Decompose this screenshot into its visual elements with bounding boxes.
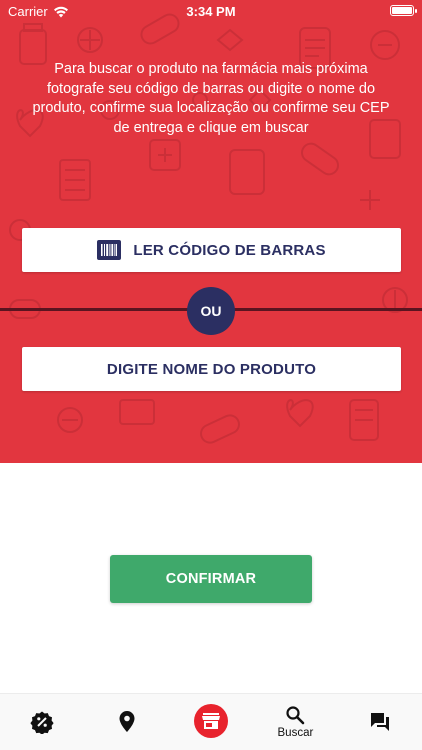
store-tab-circle: [194, 704, 229, 738]
or-label: OU: [200, 303, 222, 319]
discount-badge-icon: [30, 711, 54, 734]
type-product-name-label: DIGITE NOME DO PRODUTO: [106, 360, 317, 378]
tab-discounts[interactable]: [0, 694, 84, 750]
battery-icon: [390, 5, 417, 16]
status-bar: Carrier 3:34 PM: [0, 0, 422, 22]
tab-chat[interactable]: [338, 694, 422, 750]
instructions-text: Para buscar o produto na farmácia mais p…: [32, 61, 390, 136]
scan-barcode-label: LER CÓDIGO DE BARRAS: [133, 241, 326, 259]
scan-barcode-button[interactable]: LER CÓDIGO DE BARRAS: [22, 228, 401, 272]
tab-bar: Buscar: [0, 693, 422, 750]
search-icon: [286, 706, 305, 725]
confirm-label: CONFIRMAR: [165, 571, 257, 587]
location-pin-icon: [119, 711, 135, 732]
barcode-icon: [97, 240, 122, 260]
clock: 3:34 PM: [186, 4, 236, 19]
tab-store[interactable]: [169, 694, 253, 750]
hero-section: Carrier 3:34 PM Para buscar o produto na…: [0, 0, 422, 463]
tab-search-label: Buscar: [277, 727, 314, 739]
or-badge: OU: [187, 287, 235, 335]
type-product-name-button[interactable]: DIGITE NOME DO PRODUTO: [22, 347, 401, 391]
tab-location[interactable]: [84, 694, 168, 750]
chat-icon: [370, 713, 389, 731]
store-icon: [202, 713, 221, 729]
tab-search[interactable]: Buscar: [253, 694, 337, 750]
confirm-button[interactable]: CONFIRMAR: [110, 555, 312, 603]
